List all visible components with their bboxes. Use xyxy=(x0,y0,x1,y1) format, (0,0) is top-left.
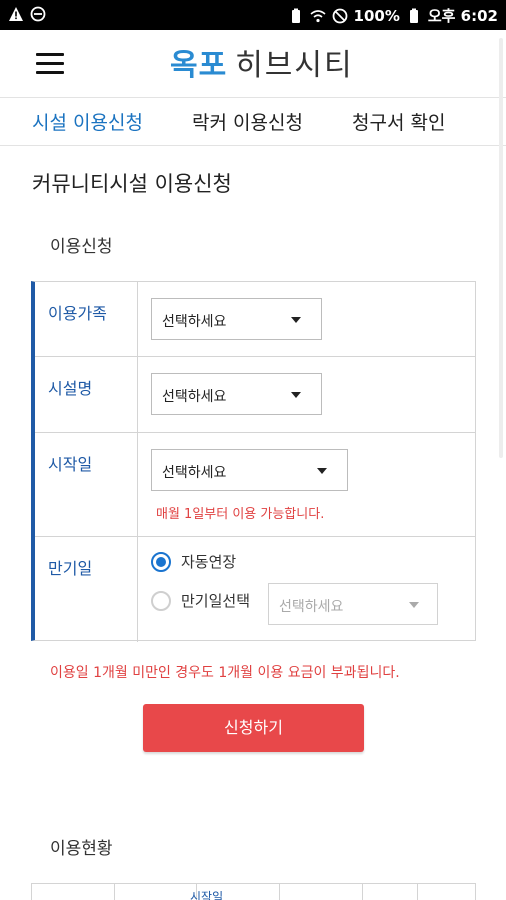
radio-unselected-icon[interactable] xyxy=(151,590,171,611)
wifi-icon xyxy=(309,9,326,22)
status-bar: 100% 오후 6:02 xyxy=(0,0,506,30)
auto-renew-label: 자동연장 xyxy=(181,553,237,571)
clock: 오후 6:02 xyxy=(427,7,498,25)
application-form: 이용가족 선택하세요 시설명 선택하세요 시작일 선택하세요 매월 1일부터 이… xyxy=(31,281,476,642)
dropdown-caret-icon xyxy=(409,602,419,608)
fee-warning-text: 이용일 1개월 미만인 경우도 1개월 이용 요금이 부과됩니다. xyxy=(50,665,400,681)
radio-selected-icon[interactable] xyxy=(151,551,171,572)
tab-bar: 시설 이용신청 락커 이용신청 청구서 확인 xyxy=(0,98,506,146)
tab-facility-application[interactable]: 시설 이용신청 xyxy=(32,108,143,135)
status-right: 100% 오후 6:02 xyxy=(288,5,498,26)
end-date-select[interactable]: 선택하세요 xyxy=(268,583,438,625)
facility-label: 시설명 xyxy=(48,379,93,398)
dropdown-caret-icon xyxy=(291,392,301,398)
no-signal-icon xyxy=(332,8,347,23)
form-row-family: 이용가족 선택하세요 xyxy=(35,282,476,357)
scrollbar[interactable] xyxy=(499,38,503,458)
family-select[interactable]: 선택하세요 xyxy=(151,298,322,340)
end-date-select-value: 선택하세요 xyxy=(279,599,344,615)
usage-status-table xyxy=(31,883,476,900)
section-label-usage-status: 이용현황 xyxy=(50,839,113,859)
page-title: 커뮤니티시설 이용신청 xyxy=(32,172,232,196)
start-date-note: 매월 1일부터 이용 가능합니다. xyxy=(156,507,325,522)
battery-percent: 100% xyxy=(353,6,400,25)
form-row-start-date: 시작일 선택하세요 매월 1일부터 이용 가능합니다. xyxy=(35,433,476,537)
end-date-label: 만기일 xyxy=(48,559,93,578)
status-left-icons xyxy=(8,6,46,22)
tab-locker-application[interactable]: 락커 이용신청 xyxy=(192,108,303,135)
battery-level-icon xyxy=(409,8,418,23)
form-row-facility: 시설명 선택하세요 xyxy=(35,357,476,433)
submit-application-button[interactable]: 신청하기 xyxy=(143,704,364,752)
logo-text-secondary: 히브시티 xyxy=(235,48,354,83)
tab-invoice-check[interactable]: 청구서 확인 xyxy=(352,108,445,135)
facility-select-value: 선택하세요 xyxy=(162,389,227,405)
end-date-select-label: 만기일선택 xyxy=(181,592,251,610)
hamburger-menu-icon[interactable] xyxy=(36,51,64,75)
facility-select[interactable]: 선택하세요 xyxy=(151,373,322,415)
dropdown-caret-icon xyxy=(291,317,301,323)
form-row-end-date: 만기일 자동연장 만기일선택 선택하세요 xyxy=(35,537,476,642)
dropdown-caret-icon xyxy=(317,468,327,474)
battery-icon xyxy=(291,8,300,23)
table-header-start-date: 시작일 xyxy=(190,890,224,900)
family-label: 이용가족 xyxy=(48,304,107,323)
logo-text-primary: 옥포 xyxy=(170,48,228,83)
start-date-select[interactable]: 선택하세요 xyxy=(151,449,348,491)
family-select-value: 선택하세요 xyxy=(162,314,227,330)
warning-icon xyxy=(9,7,23,21)
auto-renew-radio-option[interactable]: 자동연장 xyxy=(151,551,236,572)
start-date-select-value: 선택하세요 xyxy=(162,465,227,481)
app-header: 옥포 히브시티 xyxy=(0,30,506,98)
app-logo[interactable]: 옥포 히브시티 xyxy=(170,44,354,84)
blocked-circle-icon xyxy=(30,6,46,22)
section-label-application: 이용신청 xyxy=(50,237,113,257)
end-date-select-radio-option[interactable]: 만기일선택 xyxy=(151,590,250,611)
start-date-label: 시작일 xyxy=(48,455,93,474)
